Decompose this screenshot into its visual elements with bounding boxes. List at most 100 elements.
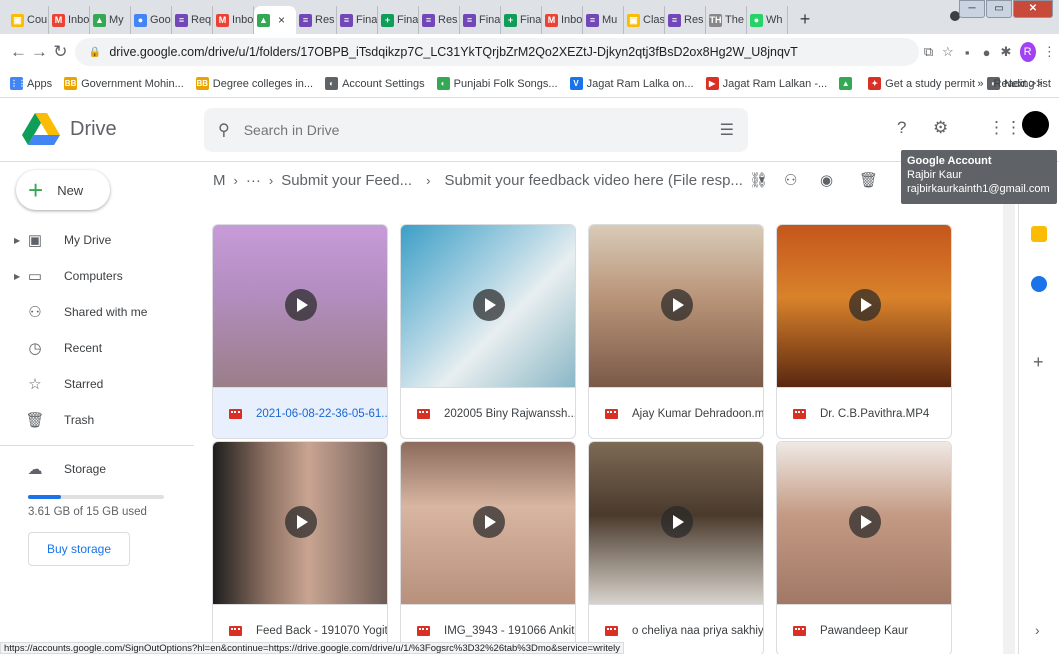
play-icon[interactable] bbox=[285, 289, 317, 321]
file-caption[interactable]: Ajay Kumar Dehradoon.m... bbox=[589, 387, 763, 438]
breadcrumb-root[interactable]: M bbox=[213, 172, 226, 189]
browser-tab[interactable]: + Fina bbox=[378, 6, 419, 34]
extension-circle-icon[interactable]: ● bbox=[977, 45, 996, 60]
drive-search-box[interactable]: ⚲ ☰ bbox=[204, 107, 748, 152]
install-app-icon[interactable]: ⧉ bbox=[919, 44, 938, 60]
tab-close-icon[interactable]: × bbox=[278, 13, 285, 27]
bookmark-star-icon[interactable]: ☆ bbox=[938, 44, 957, 60]
sidebar-item-shared-with-me[interactable]: ⚇ Shared with me bbox=[14, 296, 147, 328]
bookmark-item[interactable]: ▲ bbox=[839, 77, 856, 90]
bookmark-item[interactable]: ✦ Get a study permit bbox=[868, 77, 975, 90]
browser-tab[interactable]: ≡ Req bbox=[172, 6, 213, 34]
delete-trash-icon[interactable]: 🗑 bbox=[859, 171, 878, 189]
new-tab-button[interactable]: + bbox=[794, 9, 816, 31]
browser-menu-icon[interactable]: ⋮ bbox=[1040, 44, 1059, 60]
video-thumbnail[interactable] bbox=[777, 225, 951, 387]
browser-tab[interactable]: ≡ Fina bbox=[337, 6, 378, 34]
settings-gear-icon[interactable]: ⚙ bbox=[933, 118, 948, 138]
profile-avatar[interactable]: R bbox=[1019, 42, 1036, 62]
sidebar-item-my-drive[interactable]: ▶ ▣ My Drive bbox=[14, 224, 111, 256]
play-icon[interactable] bbox=[849, 506, 881, 538]
file-caption[interactable]: Dr. C.B.Pavithra.MP4 bbox=[777, 387, 951, 438]
video-thumbnail[interactable] bbox=[401, 442, 575, 604]
browser-tab[interactable]: + Fina bbox=[501, 6, 542, 34]
browser-tab[interactable]: ● Goo bbox=[131, 6, 172, 34]
maximize-button[interactable]: ▭ bbox=[986, 0, 1012, 18]
browser-tab[interactable]: ≡ Mu bbox=[583, 6, 624, 34]
file-card[interactable]: Pawandeep Kaur bbox=[776, 441, 952, 654]
address-bar[interactable]: 🔒 drive.google.com/drive/u/1/folders/17O… bbox=[74, 38, 919, 66]
breadcrumb-folder-1[interactable]: Submit your Feed... bbox=[281, 172, 412, 189]
play-icon[interactable] bbox=[661, 289, 693, 321]
browser-tab[interactable]: ▣ Cou bbox=[8, 6, 49, 34]
chevron-right-icon[interactable]: › bbox=[1035, 622, 1040, 638]
file-card[interactable]: 2021-06-08-22-36-05-61... bbox=[212, 224, 388, 439]
bookmark-item[interactable]: ▶ Jagat Ram Lalkan -... bbox=[705, 77, 827, 90]
bookmark-item[interactable]: V Jagat Ram Lalka on... bbox=[569, 77, 694, 90]
browser-tab[interactable]: M Inbo bbox=[542, 6, 583, 34]
file-card[interactable]: o cheliya naa priya sakhiy... bbox=[588, 441, 764, 654]
file-grid-scrollbar[interactable] bbox=[1003, 204, 1015, 654]
browser-tab[interactable]: ≡ Res bbox=[419, 6, 460, 34]
browser-tab[interactable]: TH The bbox=[706, 6, 747, 34]
file-card[interactable]: Ajay Kumar Dehradoon.m... bbox=[588, 224, 764, 439]
search-icon[interactable]: ⚲ bbox=[218, 120, 230, 140]
bookmark-item[interactable]: ◐ Punjabi Folk Songs... bbox=[436, 77, 558, 90]
sidebar-item-recent[interactable]: ◷ Recent bbox=[14, 332, 102, 364]
buy-storage-button[interactable]: Buy storage bbox=[28, 532, 130, 566]
back-icon[interactable]: ← bbox=[8, 42, 29, 62]
play-icon[interactable] bbox=[849, 289, 881, 321]
video-thumbnail[interactable] bbox=[213, 442, 387, 604]
play-icon[interactable] bbox=[285, 506, 317, 538]
breadcrumb-current-folder[interactable]: Submit your feedback video here (File re… bbox=[444, 172, 742, 189]
minimize-button[interactable]: ─ bbox=[959, 0, 985, 18]
bookmark-item[interactable]: BB Government Mohin... bbox=[64, 77, 184, 90]
account-avatar[interactable] bbox=[1022, 111, 1049, 138]
video-thumbnail[interactable] bbox=[401, 225, 575, 387]
file-card[interactable]: Feed Back - 191070 Yogit... bbox=[212, 441, 388, 654]
file-card[interactable]: Dr. C.B.Pavithra.MP4 bbox=[776, 224, 952, 439]
sidebar-item-computers[interactable]: ▶ ▭ Computers bbox=[14, 260, 123, 292]
search-input[interactable] bbox=[243, 121, 720, 138]
share-person-icon[interactable]: ⚇ bbox=[784, 171, 797, 189]
bookmarks-overflow-button[interactable]: » bbox=[977, 78, 983, 90]
drive-logo[interactable]: Drive bbox=[22, 112, 204, 147]
play-icon[interactable] bbox=[661, 506, 693, 538]
browser-tab[interactable]: ≡ Res bbox=[665, 6, 706, 34]
browser-tab[interactable]: ≡ Res bbox=[296, 6, 337, 34]
browser-tab[interactable]: M Inbo bbox=[49, 6, 90, 34]
reload-icon[interactable]: ↻ bbox=[50, 42, 71, 62]
add-addon-icon[interactable]: + bbox=[1033, 352, 1044, 373]
expand-caret-icon[interactable]: ▶ bbox=[14, 272, 24, 281]
sidebar-item-storage[interactable]: ☁ Storage bbox=[14, 453, 107, 485]
sidebar-item-trash[interactable]: 🗑 Trash bbox=[14, 404, 94, 436]
keep-icon[interactable] bbox=[1031, 226, 1047, 242]
browser-tab[interactable]: ▲ × bbox=[254, 6, 296, 34]
search-options-icon[interactable]: ☰ bbox=[720, 120, 734, 140]
play-icon[interactable] bbox=[473, 289, 505, 321]
window-close-button[interactable]: ✕ bbox=[1013, 0, 1053, 18]
new-button[interactable]: + New bbox=[16, 170, 110, 210]
link-icon[interactable]: ⛓ bbox=[749, 171, 768, 189]
bookmark-item[interactable]: ⋮⋮ Apps bbox=[10, 77, 52, 90]
bookmark-item[interactable]: ◐ Account Settings bbox=[325, 77, 425, 90]
tasks-icon[interactable] bbox=[1031, 276, 1047, 292]
video-thumbnail[interactable] bbox=[777, 442, 951, 604]
video-thumbnail[interactable] bbox=[589, 225, 763, 387]
reading-list-button[interactable]: Reading list bbox=[994, 78, 1051, 90]
browser-tab[interactable]: ● Wh bbox=[747, 6, 788, 34]
extensions-puzzle-icon[interactable]: ✱ bbox=[996, 44, 1015, 60]
video-thumbnail[interactable] bbox=[213, 225, 387, 387]
file-caption[interactable]: 2021-06-08-22-36-05-61... bbox=[213, 387, 387, 438]
file-card[interactable]: 202005 Biny Rajwanssh... bbox=[400, 224, 576, 439]
browser-tab[interactable]: ▣ Clas bbox=[624, 6, 665, 34]
file-card[interactable]: IMG_3943 - 191066 Ankit... bbox=[400, 441, 576, 654]
browser-tab[interactable]: ≡ Fina bbox=[460, 6, 501, 34]
apps-grid-icon[interactable]: ⋮⋮ bbox=[988, 118, 1022, 138]
extension-b-icon[interactable]: ▪ bbox=[958, 45, 977, 60]
video-thumbnail[interactable] bbox=[589, 442, 763, 604]
preview-eye-icon[interactable]: ◉ bbox=[820, 171, 833, 189]
sidebar-item-starred[interactable]: ☆ Starred bbox=[14, 368, 103, 400]
forward-icon[interactable]: → bbox=[29, 42, 50, 62]
file-caption[interactable]: Pawandeep Kaur bbox=[777, 604, 951, 654]
